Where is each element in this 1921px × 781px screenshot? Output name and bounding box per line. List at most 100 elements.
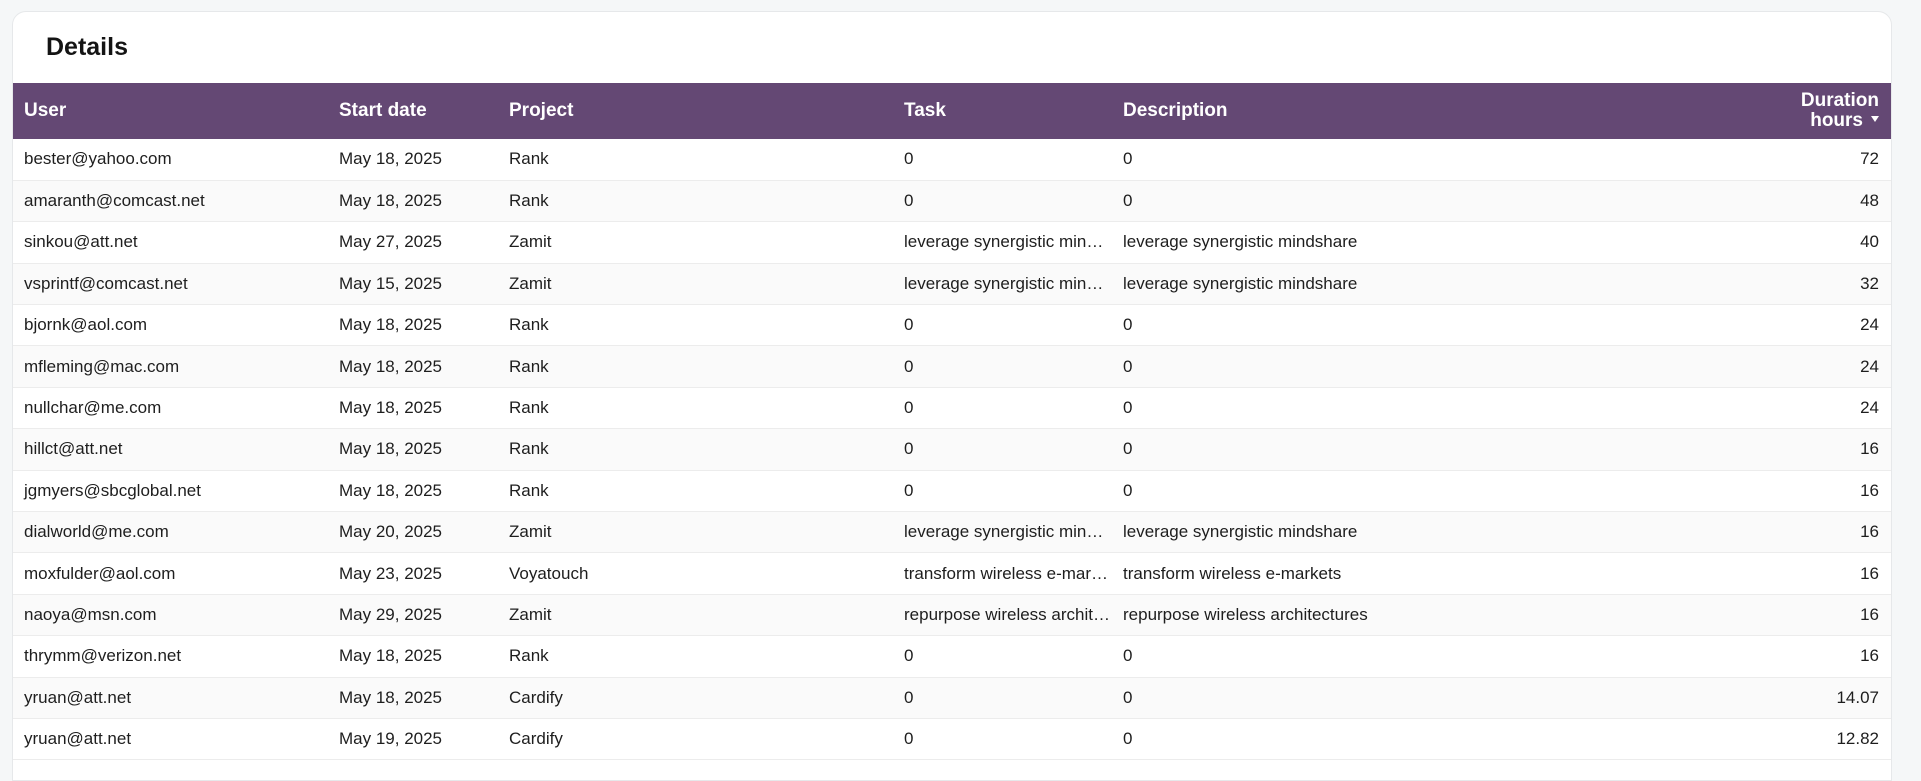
cell-duration: 24	[1860, 315, 1879, 335]
column-header-start-date[interactable]: Start date	[328, 83, 498, 139]
table-row[interactable]: mfleming@mac.com May 18, 2025 Rank 0 0 24	[13, 345, 1891, 388]
cell-description: 0	[1123, 439, 1133, 459]
cell-task: 0	[904, 439, 914, 459]
table-row[interactable]: sinkou@att.net May 27, 2025 Zamit leverage …	[13, 222, 1891, 264]
cell-duration: 72	[1860, 149, 1879, 169]
cell-user: nullchar@me.com	[24, 398, 162, 418]
table-body: bester@yahoo.com May 18, 2025 Rank 0 0 72 amar…	[13, 139, 1891, 760]
column-header-project[interactable]: Project	[498, 83, 893, 139]
cell-description: 0	[1123, 480, 1133, 500]
cell-start-date: May 18, 2025	[339, 687, 443, 707]
cell-duration: 32	[1860, 273, 1879, 293]
cell-start-date: May 18, 2025	[339, 398, 443, 418]
cell-start-date: May 18, 2025	[339, 191, 443, 211]
cell-start-date: May 18, 2025	[339, 356, 443, 376]
table-row[interactable]: yruan@att.net May 19, 2025 Cardify 0 0 12.82	[13, 718, 1891, 760]
cell-duration: 16	[1860, 522, 1879, 542]
caret-down-icon	[1871, 115, 1879, 122]
cell-task: leverage synergistic mindshare	[904, 522, 1112, 542]
cell-project: Cardify	[509, 729, 563, 749]
cell-description: 0	[1123, 149, 1133, 169]
cell-project: Rank	[509, 480, 549, 500]
cell-duration: 16	[1860, 480, 1879, 500]
cell-start-date: May 18, 2025	[339, 439, 443, 459]
cell-start-date: May 18, 2025	[339, 315, 443, 335]
table-row[interactable]: jgmyers@sbcglobal.net May 18, 2025 Rank 0 0 1…	[13, 470, 1891, 512]
cell-duration: 24	[1860, 398, 1879, 418]
cell-project: Rank	[509, 191, 549, 211]
table-row[interactable]: nullchar@me.com May 18, 2025 Rank 0 0 24	[13, 387, 1891, 429]
cell-project: Zamit	[509, 522, 552, 542]
cell-start-date: May 19, 2025	[339, 729, 443, 749]
cell-description: 0	[1123, 191, 1133, 211]
cell-project: Zamit	[509, 273, 552, 293]
cell-project: Rank	[509, 646, 549, 666]
table-row[interactable]: vsprintf@comcast.net May 15, 2025 Zamit lev…	[13, 263, 1891, 305]
cell-user: bester@yahoo.com	[24, 149, 172, 169]
cell-task: repurpose wireless architectures	[904, 604, 1112, 624]
cell-task: 0	[904, 149, 914, 169]
cell-description: 0	[1123, 398, 1133, 418]
table-row[interactable]: naoya@msn.com May 29, 2025 Zamit repurpose …	[13, 594, 1891, 636]
cell-user: vsprintf@comcast.net	[24, 273, 188, 293]
cell-user: moxfulder@aol.com	[24, 563, 176, 583]
duration-header-line1: Duration	[1800, 90, 1879, 111]
cell-user: thrymm@verizon.net	[24, 646, 182, 666]
cell-project: Rank	[509, 439, 549, 459]
cell-task: 0	[904, 398, 914, 418]
table-row[interactable]: amaranth@comcast.net May 18, 2025 Rank 0 0 48	[13, 180, 1891, 222]
cell-description: 0	[1123, 315, 1133, 335]
table-row[interactable]: moxfulder@aol.com May 23, 2025 Voyatouch tr…	[13, 553, 1891, 595]
cell-description: 0	[1123, 356, 1133, 376]
cell-duration: 48	[1860, 191, 1879, 211]
cell-start-date: May 18, 2025	[339, 646, 443, 666]
column-header-user[interactable]: User	[13, 83, 328, 139]
cell-project: Rank	[509, 149, 549, 169]
cell-description: 0	[1123, 729, 1133, 749]
table-row[interactable]: bester@yahoo.com May 18, 2025 Rank 0 0 72	[13, 139, 1891, 181]
cell-start-date: May 20, 2025	[339, 522, 443, 542]
cell-user: naoya@msn.com	[24, 604, 157, 624]
cell-user: jgmyers@sbcglobal.net	[24, 480, 201, 500]
details-card: Details User Start date Project Task Des…	[12, 11, 1892, 781]
cell-project: Zamit	[509, 604, 552, 624]
cell-duration: 16	[1860, 604, 1879, 624]
cell-project: Voyatouch	[509, 563, 589, 583]
cell-task: leverage synergistic mindshare	[904, 232, 1112, 252]
cell-duration: 16	[1860, 563, 1879, 583]
cell-task: 0	[904, 356, 914, 376]
column-header-description[interactable]: Description	[1112, 83, 1691, 139]
cell-task: transform wireless e-markets	[904, 563, 1112, 583]
table-row[interactable]: bjornk@aol.com May 18, 2025 Rank 0 0 24	[13, 305, 1891, 346]
cell-user: hillct@att.net	[24, 439, 123, 459]
cell-description: transform wireless e-markets	[1123, 563, 1342, 583]
cell-start-date: May 18, 2025	[339, 149, 443, 169]
cell-description: leverage synergistic mindshare	[1123, 273, 1358, 293]
cell-description: leverage synergistic mindshare	[1123, 522, 1358, 542]
cell-description: repurpose wireless architectures	[1123, 604, 1368, 624]
cell-start-date: May 23, 2025	[339, 563, 443, 583]
cell-user: amaranth@comcast.net	[24, 191, 205, 211]
cell-description: leverage synergistic mindshare	[1123, 232, 1358, 252]
cell-user: dialworld@me.com	[24, 522, 169, 542]
table-row[interactable]: hillct@att.net May 18, 2025 Rank 0 0 16	[13, 428, 1891, 471]
table-row[interactable]: yruan@att.net May 18, 2025 Cardify 0 0 14.07	[13, 677, 1891, 719]
column-header-duration-hours[interactable]: Duration hours	[1691, 83, 1891, 139]
cell-start-date: May 27, 2025	[339, 232, 443, 252]
cell-task: 0	[904, 191, 914, 211]
cell-duration: 40	[1860, 232, 1879, 252]
cell-start-date: May 18, 2025	[339, 480, 443, 500]
cell-duration: 14.07	[1836, 687, 1879, 707]
cell-start-date: May 29, 2025	[339, 604, 443, 624]
cell-project: Rank	[509, 356, 549, 376]
table-header-row: User Start date Project Task Description…	[13, 83, 1891, 139]
cell-task: 0	[904, 646, 914, 666]
cell-task: 0	[904, 480, 914, 500]
table-row[interactable]: thrymm@verizon.net May 18, 2025 Rank 0 0 16	[13, 636, 1891, 678]
cell-duration: 16	[1860, 646, 1879, 666]
cell-user: yruan@att.net	[24, 729, 132, 749]
cell-start-date: May 15, 2025	[339, 273, 443, 293]
table-row[interactable]: dialworld@me.com May 20, 2025 Zamit leverag…	[13, 511, 1891, 553]
cell-description: 0	[1123, 646, 1133, 666]
column-header-task[interactable]: Task	[893, 83, 1112, 139]
